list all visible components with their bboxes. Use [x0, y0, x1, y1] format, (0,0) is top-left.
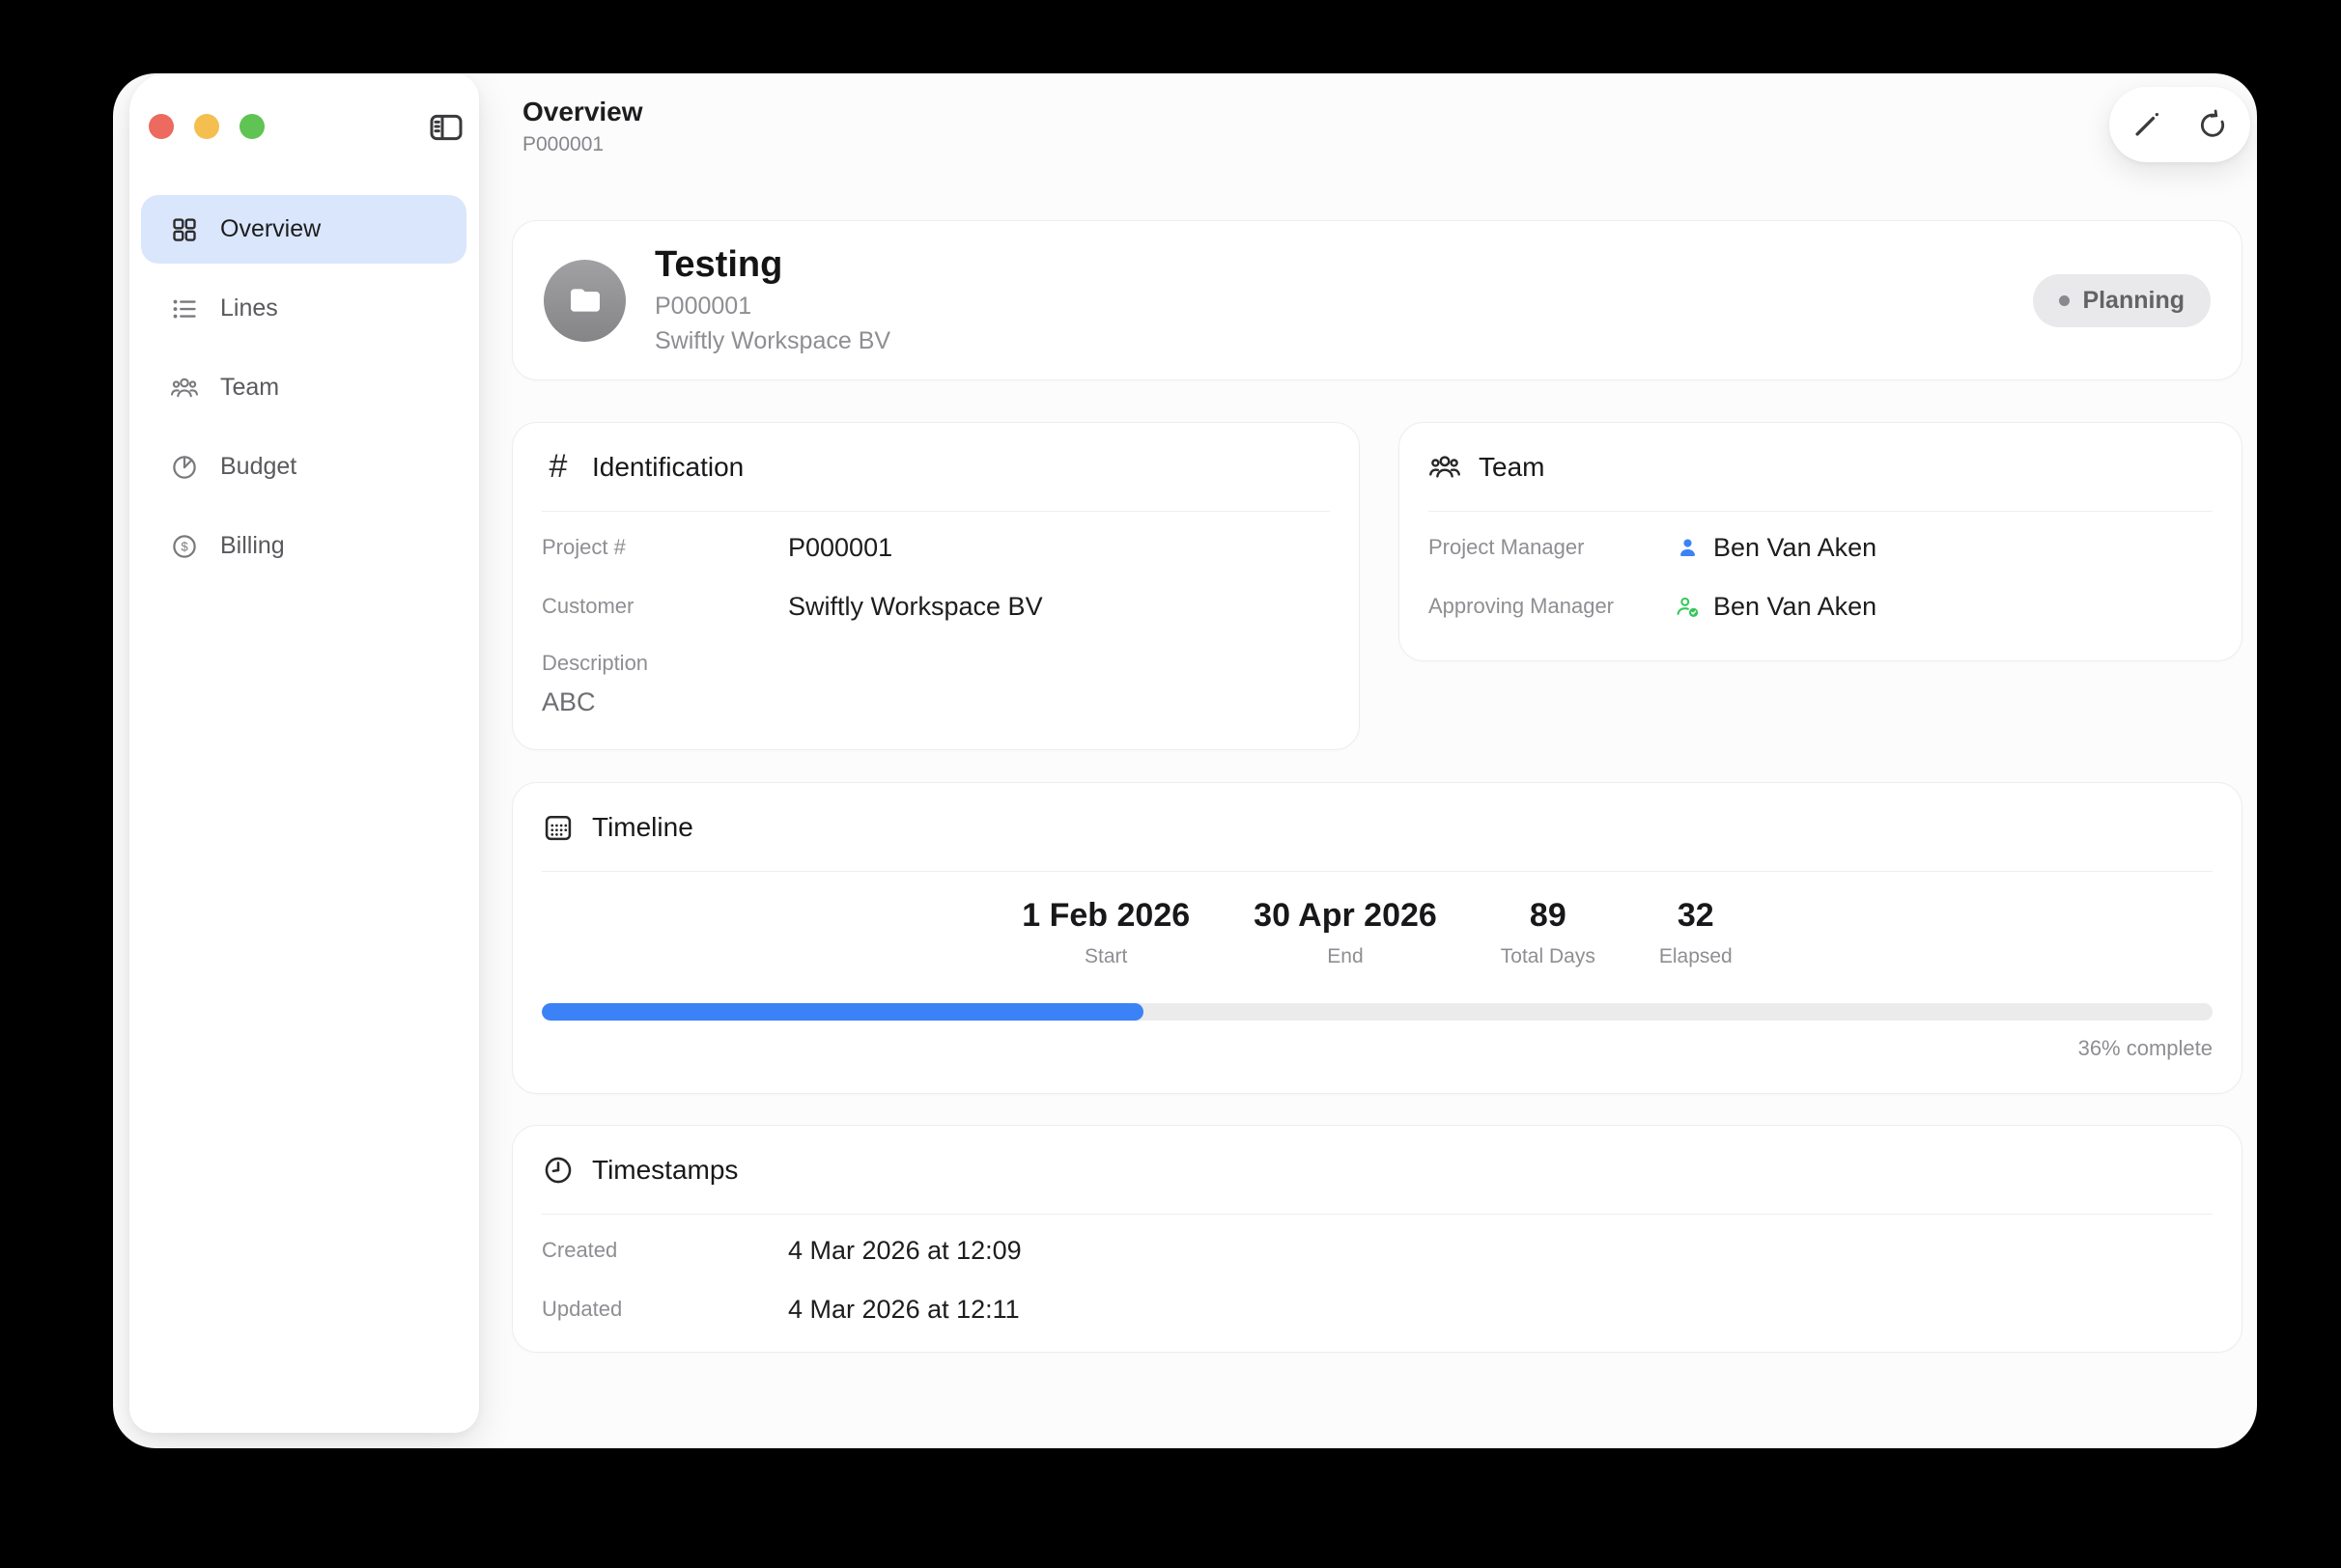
- people-icon: [1428, 451, 1461, 484]
- svg-text:$: $: [181, 539, 188, 553]
- timeline-card: Timeline 1 Feb 2026 Start 30 Apr 2026 En…: [512, 782, 2242, 1094]
- field-value: Ben Van Aken: [1713, 592, 1876, 622]
- progress-bar: [542, 1003, 2213, 1021]
- app-window: Overview Lines: [113, 73, 2257, 1448]
- list-icon: [170, 294, 199, 323]
- field-label: Project Manager: [1428, 535, 1675, 560]
- page-subtitle: P000001: [522, 133, 604, 156]
- dollar-circle-icon: $: [170, 532, 199, 561]
- close-window-button[interactable]: [149, 114, 174, 139]
- progress-fill: [542, 1003, 1143, 1021]
- sidebar-item-label: Billing: [220, 532, 285, 560]
- edit-button[interactable]: [2130, 108, 2163, 141]
- stat-value: 89: [1501, 897, 1595, 935]
- identification-card-header: # Identification: [542, 423, 1330, 512]
- sidebar-item-label: Lines: [220, 294, 278, 322]
- toggle-sidebar-icon[interactable]: [427, 108, 465, 147]
- field-value: P000001: [788, 533, 892, 563]
- timeline-stats: 1 Feb 2026 Start 30 Apr 2026 End 89 Tota…: [513, 897, 2242, 968]
- minimize-window-button[interactable]: [194, 114, 219, 139]
- stat-value: 32: [1659, 897, 1733, 935]
- field-label: Updated: [542, 1297, 788, 1322]
- project-summary-card: Testing P000001 Swiftly Workspace BV Pla…: [512, 220, 2242, 380]
- hash-icon: #: [542, 448, 575, 486]
- progress-percent-label: 36% complete: [542, 1036, 2213, 1061]
- field-label: Customer: [542, 594, 788, 619]
- stat-total-days: 89 Total Days: [1501, 897, 1595, 968]
- sidebar-item-team[interactable]: Team: [141, 353, 466, 422]
- team-card-header: Team: [1428, 423, 2213, 512]
- field-value: 4 Mar 2026 at 12:11: [788, 1295, 1020, 1325]
- project-customer: Swiftly Workspace BV: [655, 327, 890, 355]
- stat-value: 30 Apr 2026: [1254, 897, 1437, 935]
- sidebar-item-label: Overview: [220, 215, 321, 243]
- sidebar-item-lines[interactable]: Lines: [141, 274, 466, 343]
- card-title: Identification: [592, 452, 744, 483]
- description-value: ABC: [542, 687, 1330, 717]
- window-controls: [149, 114, 265, 139]
- timeline-card-header: Timeline: [542, 783, 2213, 872]
- stat-value: 1 Feb 2026: [1022, 897, 1190, 935]
- sidebar: Overview Lines: [129, 73, 479, 1433]
- zoom-window-button[interactable]: [240, 114, 265, 139]
- status-label: Planning: [2082, 287, 2185, 315]
- field-value: Swiftly Workspace BV: [788, 592, 1043, 622]
- person-value: Ben Van Aken: [1675, 592, 1876, 622]
- sidebar-item-overview[interactable]: Overview: [141, 195, 466, 264]
- stat-label: Start: [1022, 945, 1190, 968]
- refresh-button[interactable]: [2196, 108, 2229, 141]
- sidebar-item-label: Team: [220, 374, 279, 402]
- header-actions: [2109, 87, 2250, 162]
- calendar-icon: [542, 811, 575, 844]
- stat-label: Total Days: [1501, 945, 1595, 968]
- card-title: Timeline: [592, 812, 693, 843]
- description-label: Description: [542, 651, 1330, 676]
- identification-card: # Identification Project # P000001 Custo…: [512, 422, 1360, 750]
- stat-start: 1 Feb 2026 Start: [1022, 897, 1190, 968]
- person-blue-icon: [1675, 535, 1701, 561]
- sidebar-item-billing[interactable]: $ Billing: [141, 512, 466, 580]
- pie-chart-icon: [170, 453, 199, 482]
- status-badge: Planning: [2033, 274, 2211, 327]
- project-titles: Testing P000001 Swiftly Workspace BV: [655, 245, 890, 355]
- field-row: Customer Swiftly Workspace BV: [542, 583, 1330, 630]
- person-value: Ben Van Aken: [1675, 533, 1876, 563]
- field-value: 4 Mar 2026 at 12:09: [788, 1236, 1022, 1266]
- timestamps-card: Timestamps Created 4 Mar 2026 at 12:09 U…: [512, 1125, 2242, 1353]
- stat-label: Elapsed: [1659, 945, 1733, 968]
- field-row: Project Manager Ben Van Aken: [1428, 524, 2213, 571]
- timestamps-card-header: Timestamps: [542, 1126, 2213, 1215]
- clock-icon: [542, 1154, 575, 1187]
- stat-label: End: [1254, 945, 1437, 968]
- field-label: Approving Manager: [1428, 594, 1675, 619]
- card-title: Team: [1479, 452, 1544, 483]
- field-row: Approving Manager Ben Van Aken: [1428, 583, 2213, 630]
- status-dot-icon: [2059, 295, 2070, 306]
- sidebar-item-budget[interactable]: Budget: [141, 433, 466, 501]
- field-row: Project # P000001: [542, 524, 1330, 571]
- field-label: Project #: [542, 535, 788, 560]
- grid-icon: [170, 215, 199, 244]
- project-number: P000001: [655, 293, 890, 321]
- people-icon: [170, 374, 199, 403]
- stat-elapsed: 32 Elapsed: [1659, 897, 1733, 968]
- sidebar-nav: Overview Lines: [141, 195, 466, 591]
- field-label: Created: [542, 1238, 788, 1263]
- project-avatar: [544, 260, 626, 342]
- team-card: Team Project Manager Ben Van Aken Approv…: [1398, 422, 2242, 661]
- field-row: Created 4 Mar 2026 at 12:09: [542, 1227, 2213, 1274]
- field-row: Updated 4 Mar 2026 at 12:11: [542, 1286, 2213, 1332]
- sidebar-item-label: Budget: [220, 453, 296, 481]
- person-check-green-icon: [1675, 594, 1701, 620]
- card-title: Timestamps: [592, 1155, 738, 1186]
- field-value: Ben Van Aken: [1713, 533, 1876, 563]
- page-title: Overview: [522, 97, 643, 127]
- stat-end: 30 Apr 2026 End: [1254, 897, 1437, 968]
- folder-icon: [566, 281, 605, 320]
- project-name: Testing: [655, 245, 890, 286]
